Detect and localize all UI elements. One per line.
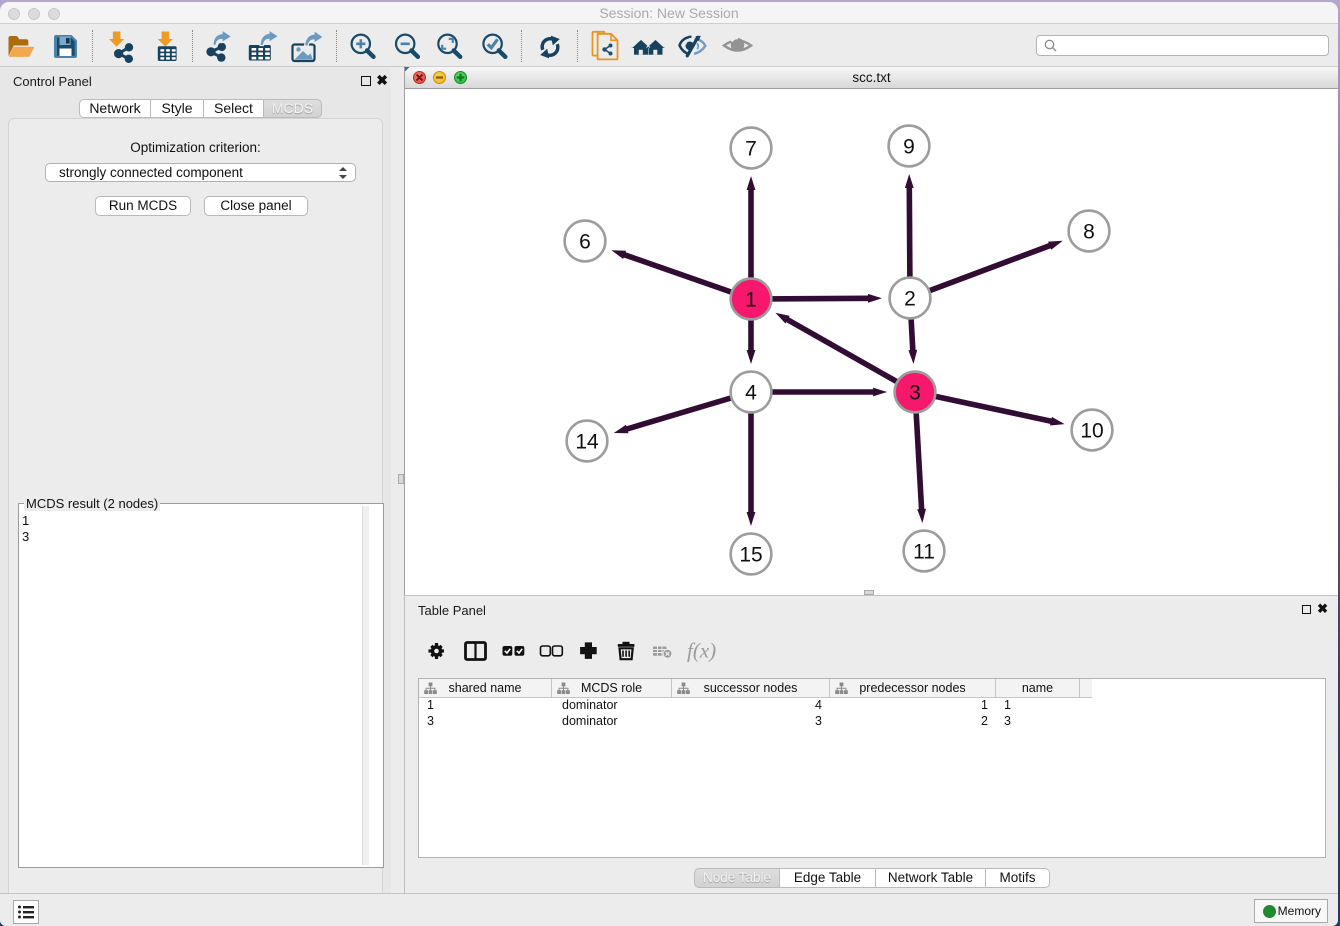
- svg-text:3: 3: [909, 382, 921, 405]
- svg-text:6: 6: [579, 231, 591, 254]
- svg-text:2: 2: [904, 288, 916, 311]
- svg-text:4: 4: [745, 382, 757, 405]
- svg-text:11: 11: [913, 541, 935, 564]
- svg-text:f(x): f(x): [687, 639, 716, 663]
- svg-text:9: 9: [903, 136, 915, 159]
- svg-text:10: 10: [1080, 420, 1103, 443]
- svg-text:8: 8: [1083, 221, 1095, 244]
- svg-text:7: 7: [745, 138, 757, 161]
- svg-text:1: 1: [745, 289, 757, 312]
- svg-text:14: 14: [575, 431, 599, 454]
- svg-text:15: 15: [739, 544, 762, 567]
